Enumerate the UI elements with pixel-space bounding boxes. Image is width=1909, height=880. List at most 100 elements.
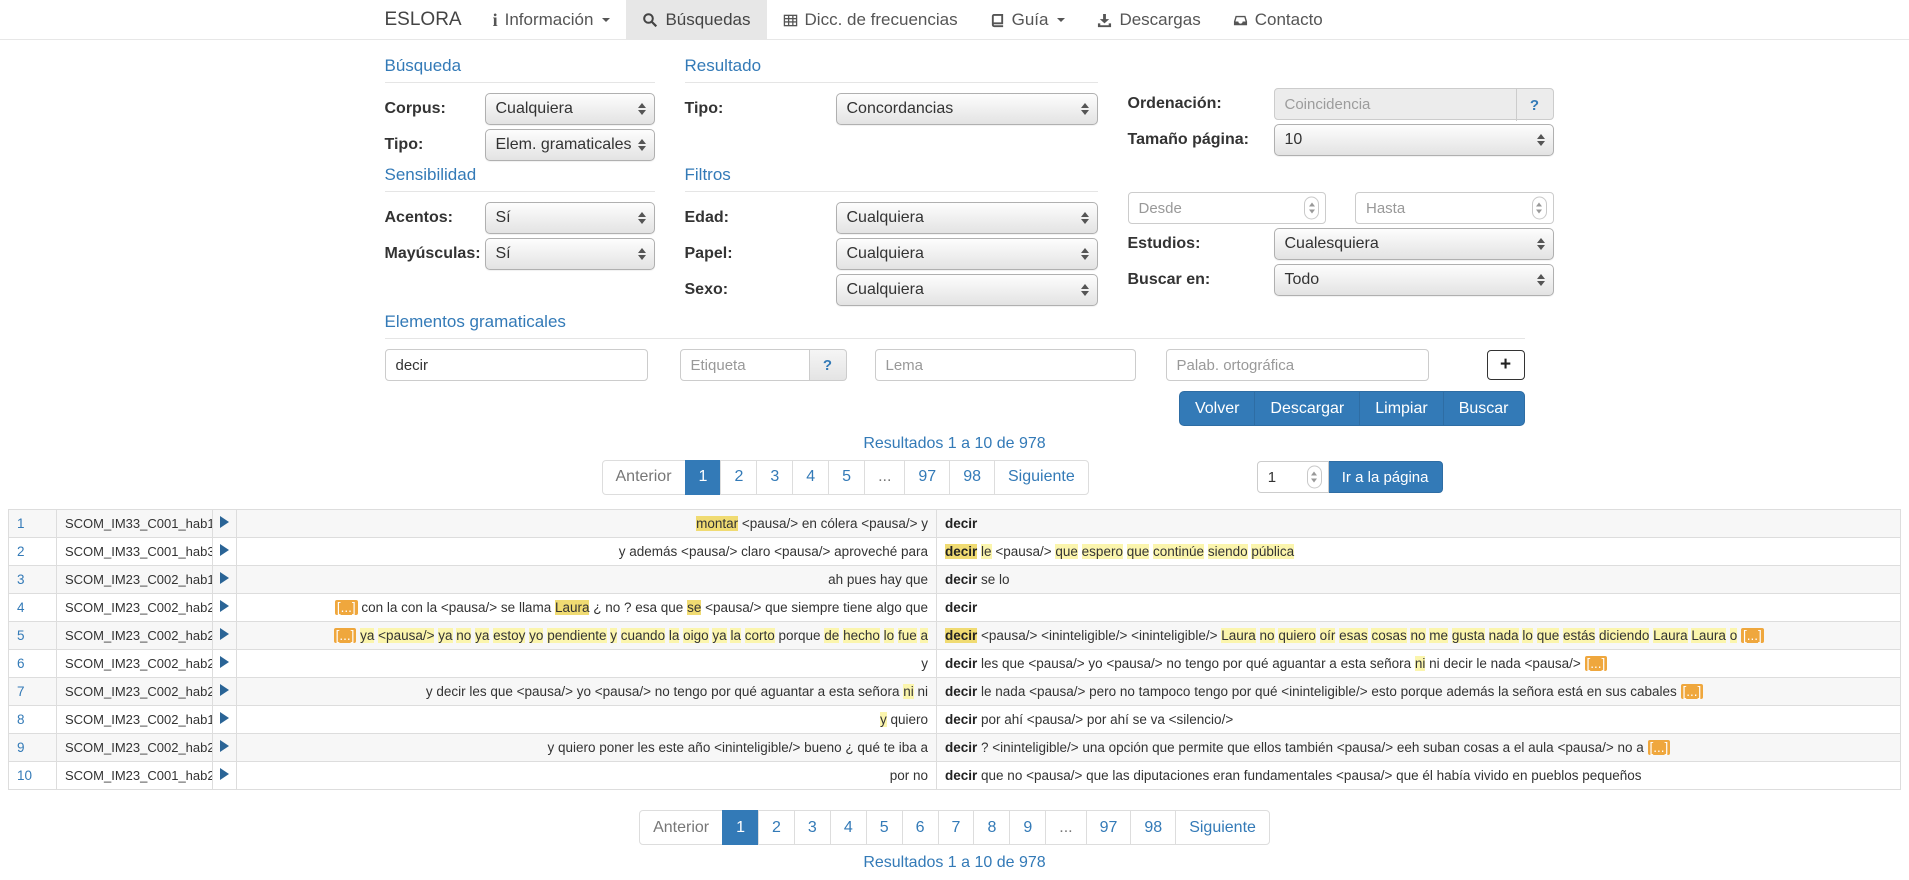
highlighted-word: ya — [438, 628, 452, 643]
tamano-pagina-select[interactable]: 10 — [1274, 124, 1554, 156]
result-number-link[interactable]: 6 — [17, 656, 25, 671]
result-number-link[interactable]: 7 — [17, 684, 25, 699]
pagination-page-4[interactable]: 4 — [792, 460, 829, 495]
match-and-right-context: decir ? <ininteligible/> una opción que … — [937, 734, 1901, 762]
pagination-page-6[interactable]: 6 — [902, 810, 939, 845]
edad-desde-input[interactable] — [1128, 192, 1327, 224]
search-form: Búsqueda Corpus: Cualquiera Tipo: Elem. … — [370, 56, 1540, 495]
buscar-en-select[interactable]: Todo — [1274, 264, 1554, 296]
pagination-next[interactable]: Siguiente — [1175, 810, 1270, 845]
result-number-link[interactable]: 10 — [17, 768, 32, 783]
etiqueta-input[interactable] — [680, 349, 810, 381]
play-icon[interactable] — [220, 740, 229, 752]
info-icon: i — [493, 11, 498, 29]
lema-input[interactable] — [875, 349, 1136, 381]
result-number-link[interactable]: 4 — [17, 600, 25, 615]
play-icon[interactable] — [220, 768, 229, 780]
edad-select[interactable]: Cualquiera — [836, 202, 1098, 234]
pagination-page-2[interactable]: 2 — [758, 810, 795, 845]
play-icon[interactable] — [220, 628, 229, 640]
left-context: por no — [237, 762, 937, 790]
sexo-select[interactable]: Cualquiera — [836, 274, 1098, 306]
buscar-button[interactable]: Buscar — [1443, 391, 1525, 426]
nav-item-informacion[interactable]: i Información — [477, 0, 627, 40]
inbox-icon — [1233, 13, 1248, 28]
limpiar-button[interactable]: Limpiar — [1359, 391, 1443, 426]
recording-code: SCOM_IM23_C001_hab2 — [57, 762, 213, 790]
pagination-page-9[interactable]: 9 — [1009, 810, 1046, 845]
highlighted-word: oigo — [683, 628, 709, 643]
result-number-link[interactable]: 1 — [17, 516, 25, 531]
recording-code: SCOM_IM33_C001_hab3 — [57, 538, 213, 566]
tipo-busqueda-select[interactable]: Elem. gramaticales — [485, 129, 655, 161]
pagination-prev[interactable]: Anterior — [639, 810, 723, 845]
etiqueta-help-button[interactable]: ? — [810, 349, 847, 381]
play-icon[interactable] — [220, 712, 229, 724]
highlighted-word: cuando — [621, 628, 665, 643]
pagination-page-3[interactable]: 3 — [794, 810, 831, 845]
grammar-word-input[interactable] — [385, 349, 648, 381]
mayusculas-select[interactable]: Sí — [485, 238, 655, 270]
add-element-button[interactable]: + — [1487, 350, 1525, 380]
pagination-page-8[interactable]: 8 — [973, 810, 1010, 845]
pagination-page-4[interactable]: 4 — [830, 810, 867, 845]
play-icon[interactable] — [220, 544, 229, 556]
pagination-page-7[interactable]: 7 — [938, 810, 975, 845]
pagination-prev[interactable]: Anterior — [602, 460, 686, 495]
nav-item-busquedas[interactable]: Búsquedas — [626, 0, 766, 40]
pagination-page-5[interactable]: 5 — [866, 810, 903, 845]
pagination-page-1[interactable]: 1 — [722, 810, 759, 845]
play-icon[interactable] — [220, 684, 229, 696]
estudios-select[interactable]: Cualesquiera — [1274, 228, 1554, 260]
play-icon[interactable] — [220, 572, 229, 584]
pagination-page-97[interactable]: 97 — [904, 460, 950, 495]
result-number-cell: 7 — [9, 678, 57, 706]
result-number-link[interactable]: 9 — [17, 740, 25, 755]
pagination-page-2[interactable]: 2 — [720, 460, 757, 495]
table-row: 5SCOM_IM23_C002_hab2[...] ya <pausa/> ya… — [9, 622, 1901, 650]
descargar-button[interactable]: Descargar — [1254, 391, 1360, 426]
table-row: 1SCOM_IM33_C001_hab1montar <pausa/> en c… — [9, 510, 1901, 538]
pagination-page-97[interactable]: 97 — [1086, 810, 1132, 845]
number-spinner-icon[interactable] — [1307, 466, 1322, 489]
number-spinner-icon[interactable] — [1304, 197, 1319, 220]
corpus-select[interactable]: Cualquiera — [485, 93, 655, 125]
ordenacion-input: Coincidencia — [1275, 89, 1516, 119]
pagination-page-3[interactable]: 3 — [756, 460, 793, 495]
palab-ortografica-input[interactable] — [1166, 349, 1429, 381]
result-number-link[interactable]: 2 — [17, 544, 25, 559]
edad-hasta-input[interactable] — [1355, 192, 1554, 224]
nav-item-dicc-frecuencias[interactable]: Dicc. de frecuencias — [767, 0, 974, 40]
legend-resultado: Resultado — [685, 56, 1098, 83]
result-number-link[interactable]: 3 — [17, 572, 25, 587]
highlighted-word: decir — [945, 628, 977, 643]
pagination-page-5[interactable]: 5 — [828, 460, 865, 495]
result-number-link[interactable]: 8 — [17, 712, 25, 727]
pagination-page-98[interactable]: 98 — [1130, 810, 1176, 845]
ordenacion-help-button[interactable]: ? — [1516, 89, 1553, 121]
number-spinner-icon[interactable] — [1532, 197, 1547, 220]
highlighted-word: no — [456, 628, 471, 643]
nav-item-descargas[interactable]: Descargas — [1081, 0, 1216, 40]
papel-select[interactable]: Cualquiera — [836, 238, 1098, 270]
pagination-page-98[interactable]: 98 — [949, 460, 995, 495]
play-cell — [213, 566, 237, 594]
highlighted-word: fue — [898, 628, 917, 643]
nav-item-guia[interactable]: Guía — [974, 0, 1082, 40]
pagination-next[interactable]: Siguiente — [994, 460, 1089, 495]
goto-page-button[interactable]: Ir a la página — [1328, 461, 1443, 493]
acentos-select[interactable]: Sí — [485, 202, 655, 234]
result-number-link[interactable]: 5 — [17, 628, 25, 643]
table-row: 8SCOM_IM23_C002_hab1y quierodecir por ah… — [9, 706, 1901, 734]
play-icon[interactable] — [220, 516, 229, 528]
nav-item-contacto[interactable]: Contacto — [1217, 0, 1339, 40]
brand-eslora[interactable]: ESLORA — [385, 0, 477, 40]
highlighted-word: pública — [1251, 544, 1294, 559]
highlighted-word: ni — [1415, 656, 1426, 671]
pagination-page-1[interactable]: 1 — [685, 460, 722, 495]
highlighted-word: diciendo — [1599, 628, 1649, 643]
tipo-resultado-select[interactable]: Concordancias — [836, 93, 1098, 125]
play-icon[interactable] — [220, 600, 229, 612]
play-icon[interactable] — [220, 656, 229, 668]
volver-button[interactable]: Volver — [1179, 391, 1255, 426]
